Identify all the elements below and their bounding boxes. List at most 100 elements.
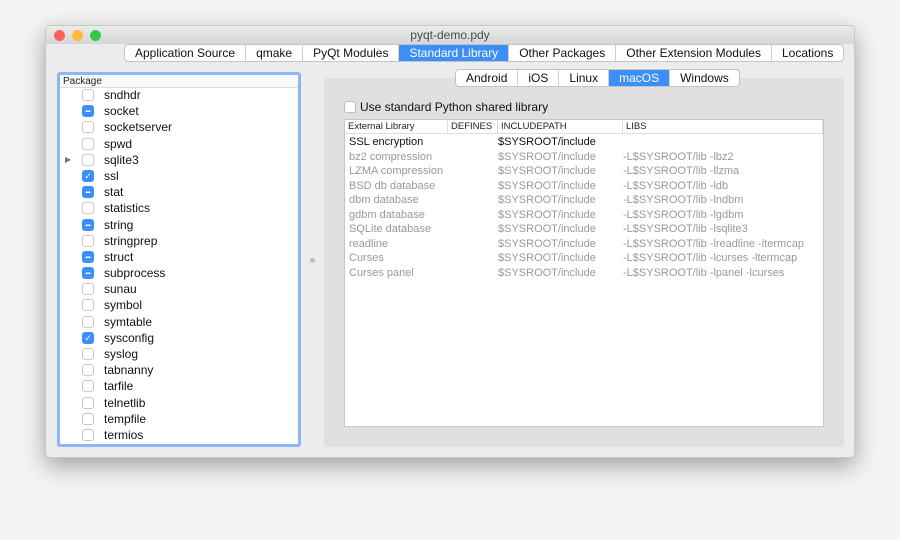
checkbox[interactable] bbox=[82, 348, 94, 360]
package-label: statistics bbox=[104, 201, 151, 216]
cell bbox=[448, 135, 498, 150]
cell: -L$SYSROOT/lib -lsqlite3 bbox=[623, 223, 748, 235]
tab-application-source[interactable]: Application Source bbox=[125, 45, 247, 61]
close-button[interactable] bbox=[54, 30, 65, 41]
tab-standard-library[interactable]: Standard Library bbox=[399, 45, 510, 61]
list-item[interactable]: ━ socket bbox=[60, 103, 298, 119]
package-tree[interactable]: Package sndhdr ━ socket socketserver spwd ▶ sq… bbox=[57, 72, 301, 447]
list-item[interactable]: ✓ ssl bbox=[60, 168, 298, 184]
tab-pyqt-modules[interactable]: PyQt Modules bbox=[303, 45, 400, 61]
checkbox[interactable] bbox=[82, 153, 94, 166]
table-row[interactable]: SSL encryption $SYSROOT/include bbox=[345, 135, 823, 150]
checkbox[interactable] bbox=[82, 396, 94, 409]
list-item[interactable]: ━ stat bbox=[60, 184, 298, 200]
expand-arrow-icon[interactable]: ▶ bbox=[65, 152, 71, 168]
table-row[interactable]: gdbm database $SYSROOT/include -L$SYSROOT/… bbox=[345, 208, 823, 223]
checkbox[interactable] bbox=[82, 315, 94, 328]
list-item[interactable]: sunau bbox=[60, 281, 298, 297]
checkbox[interactable] bbox=[82, 428, 94, 441]
tab-android[interactable]: Android bbox=[456, 70, 519, 86]
cell: $SYSROOT/include bbox=[498, 136, 596, 148]
package-label: tempfile bbox=[104, 411, 147, 426]
external-library-table: External Library DEFINES INCLUDEPATH LIBS S… bbox=[344, 119, 824, 427]
checkbox[interactable] bbox=[82, 121, 94, 134]
checkbox[interactable] bbox=[82, 412, 94, 425]
checkbox-partial[interactable]: ━ bbox=[82, 218, 94, 231]
checkbox-partial[interactable]: ━ bbox=[82, 186, 94, 199]
list-item[interactable]: symtable bbox=[60, 314, 298, 330]
checkbox-partial[interactable]: ━ bbox=[82, 250, 94, 263]
checkbox[interactable] bbox=[82, 202, 94, 215]
table-row[interactable]: readline $SYSROOT/include -L$SYSROOT/lib -… bbox=[345, 237, 823, 252]
cell: dbm database bbox=[349, 194, 419, 206]
cell bbox=[448, 251, 498, 266]
checkbox-checked[interactable]: ✓ bbox=[82, 331, 94, 344]
list-item[interactable]: telnetlib bbox=[60, 395, 298, 411]
cell: SQLite database bbox=[349, 223, 431, 235]
cell: SSL encryption bbox=[349, 136, 424, 148]
list-item[interactable]: ━ subprocess bbox=[60, 265, 298, 281]
package-label: stringprep bbox=[104, 233, 158, 248]
cell bbox=[448, 179, 498, 194]
list-item[interactable]: termios bbox=[60, 427, 298, 443]
cell: $SYSROOT/include bbox=[498, 179, 596, 192]
package-label: sysconfig bbox=[104, 330, 155, 345]
tab-other-packages[interactable]: Other Packages bbox=[509, 45, 617, 61]
list-item[interactable]: ━ struct bbox=[60, 249, 298, 265]
list-item[interactable]: tempfile bbox=[60, 411, 298, 427]
column-header-libs[interactable]: LIBS bbox=[623, 120, 823, 133]
list-item[interactable]: ✓ sysconfig bbox=[60, 330, 298, 346]
checkbox-box[interactable] bbox=[344, 101, 356, 113]
tab-ios[interactable]: iOS bbox=[518, 70, 560, 86]
table-row[interactable]: BSD db database $SYSROOT/include -L$SYSROO… bbox=[345, 179, 823, 194]
package-label: spwd bbox=[104, 136, 133, 151]
table-row[interactable]: dbm database $SYSROOT/include -L$SYSROOT/l… bbox=[345, 193, 823, 208]
list-item[interactable]: statistics bbox=[60, 200, 298, 216]
checkbox-checked[interactable]: ✓ bbox=[82, 169, 94, 182]
list-item[interactable]: sndhdr bbox=[60, 87, 298, 103]
checkbox[interactable] bbox=[82, 234, 94, 247]
list-item[interactable]: symbol bbox=[60, 297, 298, 313]
use-shared-library-checkbox[interactable]: Use standard Python shared library bbox=[344, 100, 548, 114]
minimize-button[interactable] bbox=[72, 30, 83, 41]
tab-locations[interactable]: Locations bbox=[772, 45, 843, 61]
tab-qmake[interactable]: qmake bbox=[246, 45, 304, 61]
zoom-button[interactable] bbox=[90, 30, 101, 41]
list-item[interactable]: socketserver bbox=[60, 119, 298, 135]
package-label: socket bbox=[104, 104, 139, 119]
checkbox-partial[interactable]: ━ bbox=[82, 105, 94, 118]
tab-other-extension-modules[interactable]: Other Extension Modules bbox=[616, 45, 772, 61]
table-row[interactable]: LZMA compression $SYSROOT/include -L$SYSRO… bbox=[345, 164, 823, 179]
checkbox[interactable] bbox=[82, 89, 94, 101]
table-row[interactable]: SQLite database $SYSROOT/include -L$SYSROO… bbox=[345, 222, 823, 237]
tab-macos[interactable]: macOS bbox=[609, 70, 671, 86]
column-header-defines[interactable]: DEFINES bbox=[448, 120, 498, 133]
cell: $SYSROOT/include bbox=[498, 150, 596, 163]
table-row[interactable]: bz2 compression $SYSROOT/include -L$SYSROO… bbox=[345, 150, 823, 165]
cell: -L$SYSROOT/lib -lpanel -lcurses bbox=[623, 266, 785, 279]
splitter-handle[interactable] bbox=[310, 258, 315, 263]
column-header-includepath[interactable]: INCLUDEPATH bbox=[498, 120, 623, 133]
list-item[interactable]: spwd bbox=[60, 136, 298, 152]
checkbox-partial[interactable]: ━ bbox=[82, 267, 94, 280]
main-tab-bar: Application Source qmake PyQt Modules Stand… bbox=[124, 44, 845, 62]
list-item[interactable]: ━ string bbox=[60, 217, 298, 233]
tab-windows[interactable]: Windows bbox=[670, 70, 739, 86]
table-row[interactable]: Curses panel $SYSROOT/include -L$SYSROOT/l… bbox=[345, 266, 823, 281]
list-item[interactable]: ▶ sqlite3 bbox=[60, 152, 298, 168]
cell: -L$SYSROOT/lib -lreadline -ltermcap bbox=[623, 237, 804, 250]
checkbox[interactable] bbox=[82, 137, 94, 150]
checkbox[interactable] bbox=[82, 283, 94, 296]
list-item[interactable]: stringprep bbox=[60, 233, 298, 249]
list-item[interactable]: tarfile bbox=[60, 378, 298, 394]
cell: -L$SYSROOT/lib -lcurses -ltermcap bbox=[623, 252, 798, 264]
table-row[interactable]: Curses $SYSROOT/include -L$SYSROOT/lib -lc… bbox=[345, 251, 823, 266]
list-item[interactable]: syslog bbox=[60, 346, 298, 362]
checkbox[interactable] bbox=[82, 364, 94, 377]
list-item[interactable]: tabnanny bbox=[60, 362, 298, 378]
checkbox[interactable] bbox=[82, 380, 94, 393]
checkbox[interactable] bbox=[82, 299, 94, 312]
tab-linux[interactable]: Linux bbox=[559, 70, 610, 86]
column-header-external-library[interactable]: External Library bbox=[345, 120, 448, 133]
cell: readline bbox=[349, 237, 389, 250]
